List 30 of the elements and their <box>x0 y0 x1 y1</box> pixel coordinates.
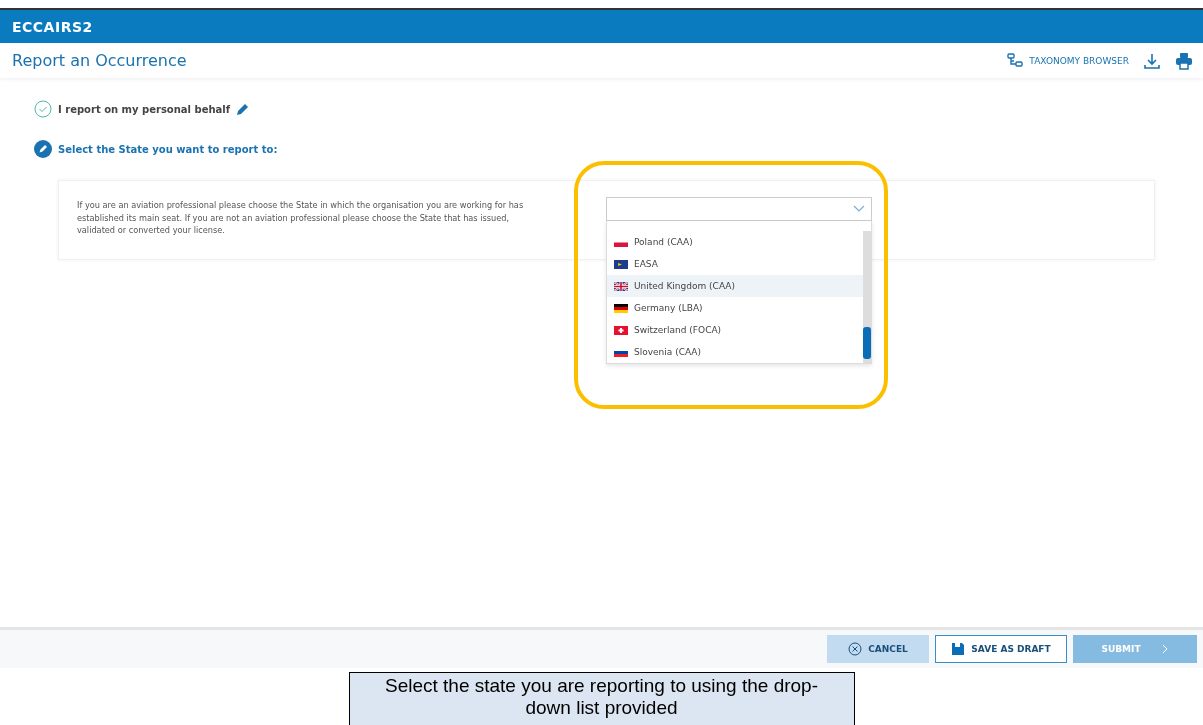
step-label: I report on my personal behalf <box>58 103 231 115</box>
taxonomy-browser-link[interactable]: TAXONOMY BROWSER <box>1007 52 1129 69</box>
dropdown-option[interactable]: United Kingdom (CAA) <box>607 275 863 297</box>
option-label: Germany (LBA) <box>634 303 703 313</box>
print-icon[interactable] <box>1175 51 1193 70</box>
save-icon <box>951 642 966 656</box>
option-label: United Kingdom (CAA) <box>634 281 735 291</box>
step-label: Select the State you want to report to: <box>58 143 278 155</box>
flag-icon <box>614 325 628 335</box>
scrollbar[interactable] <box>863 231 871 363</box>
app-logo: ECCAIRS2 <box>12 18 93 35</box>
flag-icon <box>614 303 628 313</box>
chevron-down-icon <box>853 205 865 213</box>
option-label: Poland (CAA) <box>634 237 693 247</box>
pencil-icon[interactable] <box>236 102 251 116</box>
dropdown-option[interactable]: Slovenia (CAA) <box>607 341 863 363</box>
cancel-button[interactable]: CANCEL <box>827 635 929 663</box>
option-label: Slovenia (CAA) <box>634 347 702 357</box>
draft-button[interactable]: SAVE AS DRAFT <box>935 635 1067 663</box>
option-label: Switzerland (FOCA) <box>634 325 722 335</box>
download-icon[interactable] <box>1143 51 1161 70</box>
close-circle-icon <box>848 642 863 656</box>
page-title: Report an Occurrence <box>12 51 187 70</box>
instructions-text: If you are an aviation professional please choose the State in which the organisation you are working for has established its main seat. If you are not an aviation professional please choose the State that has issued, validated or converted your license. <box>77 199 525 237</box>
flag-icon <box>614 281 628 291</box>
chevron-right-icon <box>1160 644 1169 654</box>
caption-text: Select the state you are reporting to using the drop-down list provided <box>348 672 855 725</box>
option-label: EASA <box>634 259 658 269</box>
hierarchy-icon <box>1007 52 1024 69</box>
flag-icon <box>614 259 628 269</box>
